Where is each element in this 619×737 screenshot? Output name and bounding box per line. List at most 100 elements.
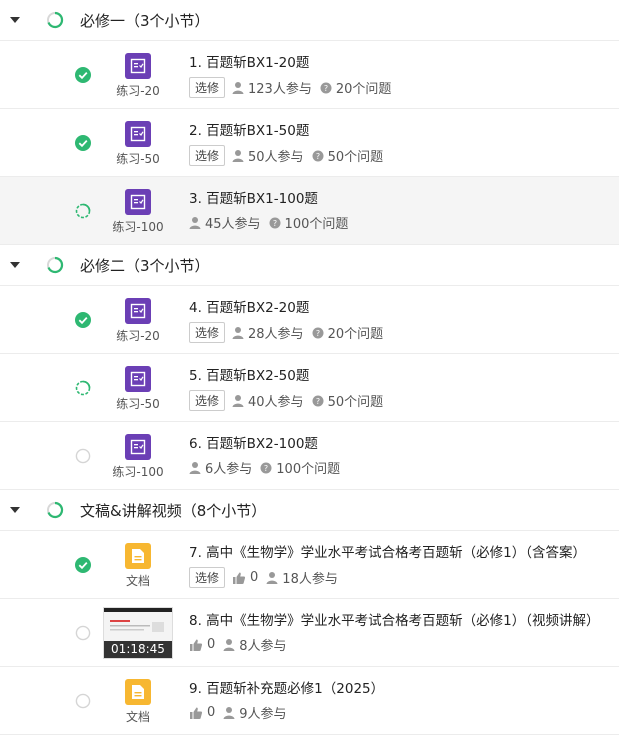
participants-count: 50人参与 xyxy=(232,146,304,165)
questions-value: 50个问题 xyxy=(327,395,384,410)
lesson-title[interactable]: 1. 百题斩BX1-20题 xyxy=(189,51,399,71)
video-duration: 01:18:45 xyxy=(104,641,172,658)
exercise-type: 练习-50 xyxy=(103,121,173,167)
user-icon xyxy=(232,81,244,94)
thumbs-up-icon xyxy=(233,572,246,584)
course-outline: 必修一（3个小节） 练习-20 1. 百题斩BX1-20题 选修 123人参与? 20个问… xyxy=(0,0,619,735)
participants-count: 8人参与 xyxy=(223,635,287,654)
lesson-row[interactable]: 练习-50 2. 百题斩BX1-50题 选修 50人参与? 50个问题 xyxy=(0,109,619,177)
lesson-title[interactable]: 2. 百题斩BX1-50题 xyxy=(189,119,391,139)
questions-value: 50个问题 xyxy=(327,150,384,165)
lesson-row[interactable]: 练习-50 5. 百题斩BX2-50题 选修 40人参与? 50个问题 xyxy=(0,354,619,422)
section-title: 文稿&讲解视频（8个小节） xyxy=(80,501,267,520)
not-started-icon xyxy=(75,625,91,640)
lesson-content: 4. 百题斩BX2-20题 选修 28人参与? 20个问题 xyxy=(189,296,391,343)
participants-value: 8人参与 xyxy=(239,639,287,654)
lesson-row[interactable]: 练习-100 3. 百题斩BX1-100题 45人参与? 100个问题 xyxy=(0,177,619,245)
lesson-row[interactable]: 文档 9. 百题斩补充题必修1（2025） 0 9人参与 xyxy=(0,667,619,735)
question-icon: ? xyxy=(312,150,324,161)
video-preview-graphic xyxy=(110,620,164,632)
elective-tag: 选修 xyxy=(189,145,226,166)
svg-text:?: ? xyxy=(315,397,319,406)
section-title: 必修一（3个小节） xyxy=(80,11,210,30)
exercise-icon xyxy=(125,298,151,324)
participants-count: 123人参与 xyxy=(232,78,312,97)
lesson-title[interactable]: 3. 百题斩BX1-100题 xyxy=(189,187,356,207)
chevron-down-icon[interactable] xyxy=(10,262,20,268)
participants-value: 18人参与 xyxy=(282,572,338,587)
lesson-content: 3. 百题斩BX1-100题 45人参与? 100个问题 xyxy=(189,187,356,232)
likes-value: 0 xyxy=(207,705,216,720)
lesson-meta: 选修 50人参与? 50个问题 xyxy=(189,145,391,166)
questions-value: 100个问题 xyxy=(276,462,341,477)
lesson-title[interactable]: 9. 百题斩补充题必修1（2025） xyxy=(189,677,384,697)
section-header[interactable]: 必修二（3个小节） xyxy=(0,245,619,286)
not-started-icon xyxy=(75,693,91,708)
lesson-row[interactable]: 练习-20 1. 百题斩BX1-20题 选修 123人参与? 20个问题 xyxy=(0,41,619,109)
lesson-title[interactable]: 4. 百题斩BX2-20题 xyxy=(189,296,391,316)
in-progress-icon xyxy=(75,380,91,395)
user-icon xyxy=(189,216,201,229)
user-icon xyxy=(189,461,201,474)
item-type-label: 练习-50 xyxy=(116,152,160,166)
chevron-down-icon[interactable] xyxy=(10,507,20,513)
lesson-row[interactable]: 练习-100 6. 百题斩BX2-100题 6人参与? 100个问题 xyxy=(0,422,619,490)
lesson-content: 2. 百题斩BX1-50题 选修 50人参与? 50个问题 xyxy=(189,119,391,166)
thumbs-up-icon xyxy=(190,639,203,651)
elective-tag: 选修 xyxy=(189,77,226,98)
likes-value: 0 xyxy=(207,637,216,652)
not-started-icon xyxy=(75,448,91,463)
participants-value: 6人参与 xyxy=(205,462,253,477)
questions-count: ? 20个问题 xyxy=(312,323,383,342)
in-progress-icon xyxy=(75,203,91,218)
exercise-icon xyxy=(125,366,151,392)
participants-value: 28人参与 xyxy=(248,327,304,342)
participants-value: 50人参与 xyxy=(248,150,304,165)
lesson-meta: 0 9人参与 xyxy=(189,703,384,722)
lesson-title[interactable]: 7. 高中《生物学》学业水平考试合格考百题斩（必修1）（含答案） xyxy=(189,541,586,561)
lesson-meta: 0 8人参与 xyxy=(189,635,600,654)
user-icon xyxy=(232,394,244,407)
svg-text:?: ? xyxy=(315,329,319,338)
participants-count: 6人参与 xyxy=(189,458,252,477)
participants-value: 45人参与 xyxy=(205,217,261,232)
item-type-label: 练习-100 xyxy=(112,220,164,234)
lesson-content: 5. 百题斩BX2-50题 选修 40人参与? 50个问题 xyxy=(189,364,391,411)
section-progress-icon xyxy=(47,256,64,274)
section-header[interactable]: 文稿&讲解视频（8个小节） xyxy=(0,490,619,531)
chevron-down-icon[interactable] xyxy=(10,17,20,23)
likes-count[interactable]: 0 xyxy=(189,705,215,720)
section-header[interactable]: 必修一（3个小节） xyxy=(0,0,619,41)
participants-count: 28人参与 xyxy=(232,323,304,342)
likes-value: 0 xyxy=(250,570,259,585)
participants-count: 18人参与 xyxy=(266,568,338,587)
svg-text:?: ? xyxy=(315,152,319,161)
video-thumbnail[interactable]: 01:18:45 xyxy=(103,607,173,659)
lesson-row[interactable]: 练习-20 4. 百题斩BX2-20题 选修 28人参与? 20个问题 xyxy=(0,286,619,354)
lesson-title[interactable]: 8. 高中《生物学》学业水平考试合格考百题斩（必修1）（视频讲解） xyxy=(189,609,600,629)
section-progress-icon xyxy=(47,501,64,519)
likes-count[interactable]: 0 xyxy=(189,637,215,652)
document-glyph-icon xyxy=(132,685,144,699)
lesson-meta: 选修 123人参与? 20个问题 xyxy=(189,77,399,98)
exercise-type: 练习-20 xyxy=(103,298,173,344)
questions-value: 20个问题 xyxy=(335,82,392,97)
svg-text:?: ? xyxy=(264,464,268,473)
lesson-meta: 45人参与? 100个问题 xyxy=(189,213,356,232)
lesson-title[interactable]: 5. 百题斩BX2-50题 xyxy=(189,364,391,384)
item-type-label: 练习-50 xyxy=(116,397,160,411)
question-icon: ? xyxy=(312,395,324,406)
exercise-type: 练习-20 xyxy=(103,53,173,99)
thumbs-up-icon xyxy=(190,707,203,719)
exercise-type: 练习-50 xyxy=(103,366,173,412)
likes-count[interactable]: 0 xyxy=(232,570,258,585)
lesson-row[interactable]: 文档 7. 高中《生物学》学业水平考试合格考百题斩（必修1）（含答案） 选修 0 18人… xyxy=(0,531,619,599)
section-progress-icon xyxy=(47,11,64,29)
lesson-title[interactable]: 6. 百题斩BX2-100题 xyxy=(189,432,348,452)
exercise-glyph-icon xyxy=(130,371,146,387)
lesson-content: 1. 百题斩BX1-20题 选修 123人参与? 20个问题 xyxy=(189,51,399,98)
participants-value: 40人参与 xyxy=(248,395,304,410)
exercise-glyph-icon xyxy=(130,58,146,74)
lesson-row[interactable]: 01:18:45 8. 高中《生物学》学业水平考试合格考百题斩（必修1）（视频讲解… xyxy=(0,599,619,667)
exercise-type: 练习-100 xyxy=(103,434,173,480)
